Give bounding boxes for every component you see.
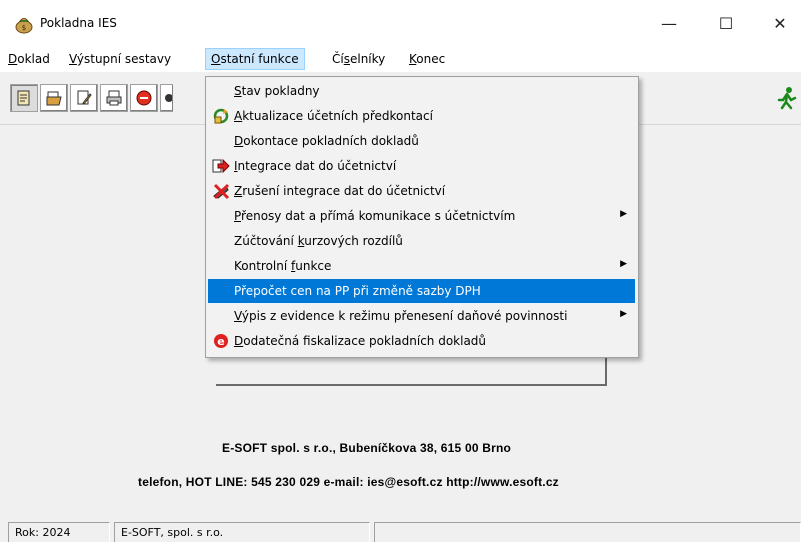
status-bar: Rok: 2024 E-SOFT, spol. s r.o. xyxy=(0,518,801,542)
submenu-arrow-icon: ▶ xyxy=(620,259,627,269)
status-year: Rok: 2024 xyxy=(8,522,110,542)
toolbar-exit-button[interactable] xyxy=(776,86,798,110)
cycle-icon xyxy=(213,108,229,124)
printer-icon xyxy=(106,90,122,106)
minimize-icon: — xyxy=(661,13,677,33)
integrate-arrow-icon xyxy=(212,158,230,174)
exit-runner-icon xyxy=(777,87,797,110)
stop-icon xyxy=(136,90,152,106)
menu-item-kontrolni-funkce[interactable]: Kontrolní funkce ▶ xyxy=(208,254,635,278)
title-bar: $ Pokladna IES — ☐ ✕ xyxy=(0,0,801,46)
menu-item-zruseni-integrace[interactable]: Zrušení integrace dat do účetnictví xyxy=(208,179,635,203)
menu-item-aktualizace-predkontaci[interactable]: Aktualizace účetních předkontací xyxy=(208,104,635,128)
info-icon xyxy=(165,94,172,102)
menu-bar: Doklad Výstupní sestavy Ostatní funkce Č… xyxy=(0,46,801,72)
menu-konec[interactable]: Konec xyxy=(409,52,445,66)
app-money-bag-icon: $ xyxy=(15,18,33,34)
menu-item-stav-pokladny[interactable]: Stav pokladny xyxy=(208,79,635,103)
menu-vystupni-sestavy[interactable]: Výstupní sestavy xyxy=(69,52,171,66)
status-empty xyxy=(374,522,801,542)
toolbar-edit-button[interactable] xyxy=(70,84,98,112)
menu-item-vypis-z-evidence[interactable]: Výpis z evidence k režimu přenesení daňo… xyxy=(208,304,635,328)
toolbar-info-button[interactable] xyxy=(160,84,173,112)
menu-item-dokontace[interactable]: Dokontace pokladních dokladů xyxy=(208,129,635,153)
status-company: E-SOFT, spol. s r.o. xyxy=(114,522,370,542)
folder-icon xyxy=(46,91,62,106)
menu-item-prepocet-cen[interactable]: Přepočet cen na PP při změně sazby DPH xyxy=(208,279,635,303)
menu-item-integrace[interactable]: Integrace dat do účetnictví xyxy=(208,154,635,178)
close-icon: ✕ xyxy=(773,13,787,33)
menu-doklad[interactable]: Doklad xyxy=(8,52,50,66)
menu-ciselniky[interactable]: Číselníky xyxy=(332,52,385,66)
maximize-icon: ☐ xyxy=(718,13,734,33)
menu-ostatni-funkce[interactable]: Ostatní funkce xyxy=(205,48,305,70)
submenu-arrow-icon: ▶ xyxy=(620,309,627,319)
svg-text:$: $ xyxy=(22,24,26,32)
edit-document-icon xyxy=(77,90,92,105)
fiscal-e-icon: e xyxy=(214,334,228,348)
toolbar-document-button[interactable] xyxy=(10,84,38,112)
toolbar-folder-button[interactable] xyxy=(40,84,68,112)
svg-text:e: e xyxy=(217,335,224,348)
menu-item-zuctovani-kurzovych-rozdilu[interactable]: Zúčtování kurzových rozdílů xyxy=(208,229,635,253)
menu-item-prenosy-dat[interactable]: Přenosy dat a přímá komunikace s účetnic… xyxy=(208,204,635,228)
minimize-button[interactable]: — xyxy=(647,8,691,38)
maximize-button[interactable]: ☐ xyxy=(704,8,748,38)
company-address: E-SOFT spol. s r.o., Bubeníčkova 38, 615… xyxy=(222,441,512,455)
submenu-arrow-icon: ▶ xyxy=(620,209,627,219)
close-button[interactable]: ✕ xyxy=(758,8,801,38)
document-icon xyxy=(17,90,30,106)
ostatni-funkce-dropdown: Stav pokladny Aktualizace účetních předk… xyxy=(205,76,639,358)
menu-item-dodatecna-fiskalizace[interactable]: e Dodatečná fiskalizace pokladních dokla… xyxy=(208,329,635,353)
toolbar-stop-button[interactable] xyxy=(130,84,158,112)
window-title: Pokladna IES xyxy=(40,16,117,30)
cancel-integrate-icon xyxy=(213,183,230,200)
company-contact: telefon, HOT LINE: 545 230 029 e-mail: i… xyxy=(138,475,559,489)
toolbar-print-button[interactable] xyxy=(100,84,128,112)
